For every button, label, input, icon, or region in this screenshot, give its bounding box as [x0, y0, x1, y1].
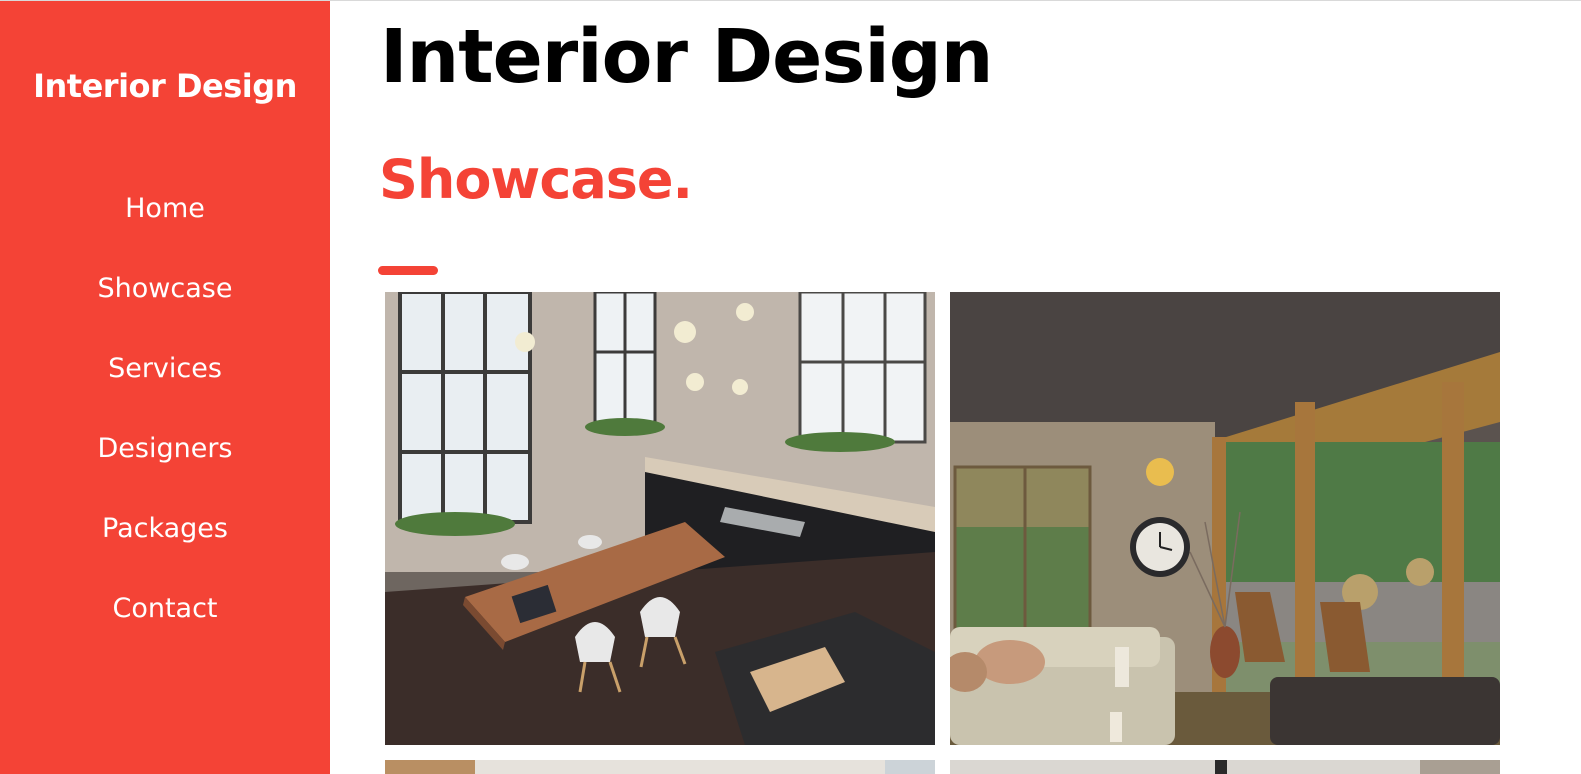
page-title: Interior Design	[380, 14, 993, 100]
nav-link-designers[interactable]: Designers	[0, 429, 330, 509]
nav-link-services[interactable]: Services	[0, 349, 330, 429]
nav-link-home[interactable]: Home	[0, 189, 330, 269]
page: Interior Design Home Showcase Services D…	[0, 0, 1581, 774]
sidebar-nav: Home Showcase Services Designers Package…	[0, 189, 330, 669]
sidebar-brand[interactable]: Interior Design	[0, 67, 330, 105]
showcase-photo-sunroom-living[interactable]	[950, 292, 1500, 745]
sidebar: Interior Design Home Showcase Services D…	[0, 1, 330, 774]
nav-link-showcase[interactable]: Showcase	[0, 269, 330, 349]
showcase-photo-4[interactable]	[950, 760, 1500, 774]
nav-link-contact[interactable]: Contact	[0, 589, 330, 669]
showcase-photo-loft-kitchen[interactable]	[385, 292, 935, 745]
section-accent-bar	[378, 266, 438, 275]
showcase-photo-3[interactable]	[385, 760, 935, 774]
section-title: Showcase.	[379, 148, 693, 211]
nav-link-packages[interactable]: Packages	[0, 509, 330, 589]
